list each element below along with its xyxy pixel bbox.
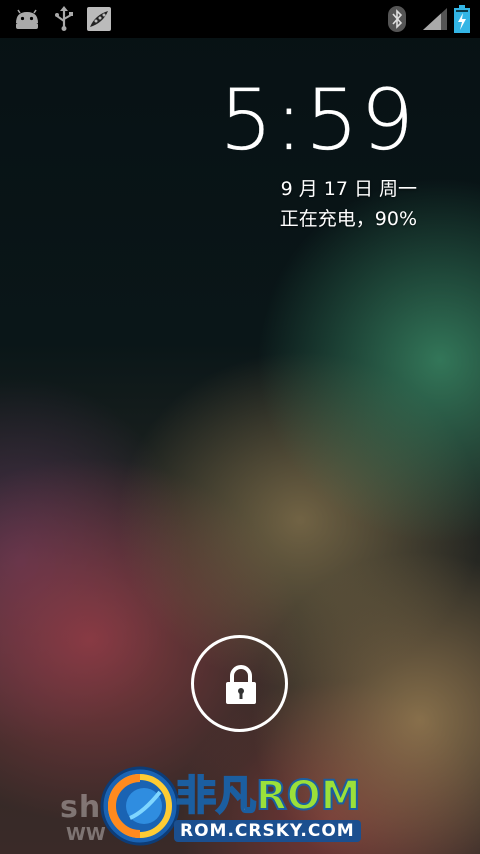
brand-url: ROM.CRSKY.COM	[174, 820, 361, 842]
charging-status: 正在充电，90%	[279, 208, 417, 230]
lock-icon	[226, 665, 256, 704]
image-notification-icon	[87, 7, 111, 31]
brand-title: 非凡ROM	[175, 773, 362, 819]
usb-icon	[55, 6, 73, 31]
battery-charging-icon	[454, 5, 470, 33]
android-notification-icon	[16, 9, 38, 29]
clock-time: 5:59	[219, 71, 416, 169]
brand-en: ROM	[255, 773, 362, 819]
signal-icon	[423, 8, 447, 30]
bluetooth-icon	[388, 6, 406, 32]
brand-cn: 非凡	[175, 773, 257, 819]
crsky-logo-icon	[100, 766, 180, 846]
date-text: 9 月 17 日 周一	[280, 178, 417, 200]
watermark-partial-text: sh	[60, 790, 102, 825]
status-bar	[0, 0, 480, 38]
unlock-button[interactable]	[191, 635, 288, 732]
